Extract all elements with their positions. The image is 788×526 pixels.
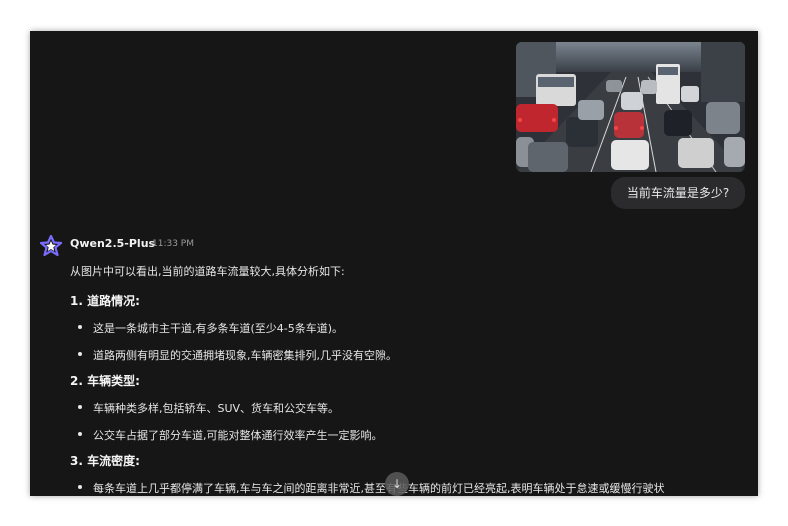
bullet-dot-icon [78, 485, 82, 489]
user-message-text: 当前车流量是多少? [626, 186, 730, 200]
answer-intro: 从图片中可以看出,当前的道路车流量较大,具体分析如下: [70, 265, 345, 278]
traffic-jam-photo [516, 42, 745, 172]
arrow-down-icon: ↓ [391, 477, 403, 491]
bullet-dot-icon [78, 405, 82, 409]
message-timestamp: 11:33 PM [152, 239, 194, 249]
user-attached-image[interactable] [516, 42, 745, 172]
section-heading-vehicles: 2. 车辆类型: [70, 374, 140, 388]
section-heading-road: 1. 道路情况: [70, 294, 140, 308]
qwen-logo-icon [40, 235, 62, 257]
bullet-dot-icon [78, 325, 82, 329]
bullet-dot-icon [78, 352, 82, 356]
user-message-bubble: 当前车流量是多少? [611, 177, 745, 209]
model-name: Qwen2.5-Plus [70, 237, 156, 250]
scroll-down-button[interactable]: ↓ [385, 472, 409, 496]
bullet-dot-icon [78, 432, 82, 436]
section-heading-density: 3. 车流密度: [70, 454, 140, 468]
chat-window: 当前车流量是多少? Qwen2.5-Plus 11:33 PM 从图片中可以看出… [30, 31, 758, 496]
